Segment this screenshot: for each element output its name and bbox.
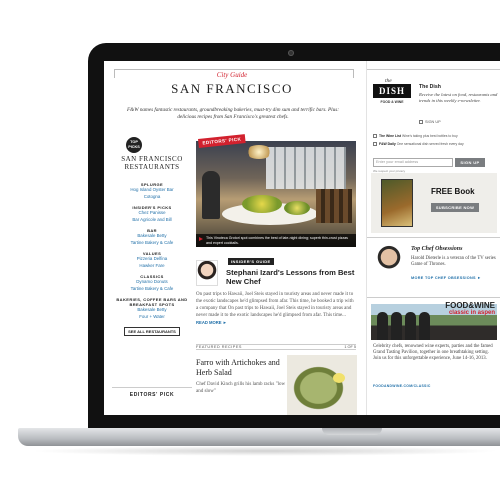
page-intro: F&W names fantastic restaurants, groundb…: [127, 107, 339, 120]
featured-recipes-count: 1 OF 5: [344, 345, 356, 349]
dish-logo-word: DISH: [373, 84, 411, 98]
article-body: On past trips to Hawaii, Joel Steis stay…: [196, 291, 356, 327]
right-rail: the DISH FOOD & WINE The Dish Receive th…: [366, 61, 500, 415]
newsletter-option-wine-list[interactable]: The Wine List Wine's taking plus best bo…: [373, 134, 458, 139]
fw-daily-checkbox[interactable]: [373, 142, 377, 147]
photo-person: [419, 312, 430, 340]
editors-pick-label: EDITORS' PICK: [129, 392, 175, 398]
hero-person: [202, 171, 220, 219]
classic-link[interactable]: FOODANDWINE.COM/CLASSIC: [373, 384, 431, 388]
photo-person: [391, 312, 402, 340]
insider-guide-tag: INSIDER'S GUIDE: [228, 258, 274, 265]
guide-title-line1: SAN FRANCISCO: [121, 155, 183, 163]
guide-link[interactable]: Cotogna: [112, 194, 192, 201]
top-picks-badge: TOP PICKS: [126, 137, 142, 153]
main-column: City Guide SAN FRANCISCO F&W names fanta…: [104, 61, 360, 415]
wine-list-checkbox[interactable]: [373, 134, 377, 139]
dish-logo-brand: FOOD & WINE: [380, 100, 404, 104]
wine-list-name: The Wine List: [379, 134, 402, 138]
play-arrow-icon: [199, 237, 203, 241]
recipe-image-lemon: [333, 373, 345, 383]
hero-flowers: [242, 195, 282, 213]
hero-flowers-small: [284, 201, 310, 215]
photo-person: [405, 312, 416, 340]
editors-pick-box: EDITORS' PICK: [112, 387, 192, 415]
restaurant-guide-sidebar: TOP PICKS SAN FRANCISCO RESTAURANTS SPLU…: [112, 137, 192, 415]
newsletter-option-fw-daily[interactable]: F&W Daily One sensational dish served fr…: [373, 142, 464, 147]
browser-viewport: City Guide SAN FRANCISCO F&W names fanta…: [104, 61, 500, 415]
obsessions-title: Top Chef Obsessions: [411, 246, 463, 252]
wine-list-desc: Wine's taking plus best bottles to buy: [401, 134, 458, 138]
classic-description: Celebrity chefs, renowned wine experts, …: [373, 344, 493, 362]
laptop-notch: [322, 428, 382, 435]
hero-caption-text: This Vinoteca Grotori spot combines the …: [206, 236, 348, 245]
fw-daily-name: F&W Daily: [379, 142, 396, 146]
see-all-restaurants-button[interactable]: SEE ALL RESTAURANTS: [124, 327, 180, 336]
recipe-image[interactable]: [287, 355, 357, 415]
guide-title: SAN FRANCISCO RESTAURANTS: [112, 155, 192, 171]
newsletter-signup: the DISH FOOD & WINE The Dish Receive th…: [367, 69, 500, 173]
guide-title-line2: RESTAURANTS: [124, 163, 180, 171]
article-title[interactable]: Stephani Izard's Lessons from Best New C…: [226, 268, 356, 286]
food-wine-classic-logo: FOOD&WINE classic in aspen: [435, 302, 495, 317]
signup-checkbox[interactable]: [419, 120, 423, 124]
fw-logo-top: FOOD&WINE: [445, 301, 495, 310]
recipe-title[interactable]: Farro with Artichokes and Herb Salad: [196, 358, 286, 378]
hero-windows: [266, 147, 346, 189]
guide-link[interactable]: Tartine Bakery & Cafe: [112, 286, 192, 293]
fw-daily-desc: One sensational dish served fresh every …: [396, 142, 464, 146]
hero-image[interactable]: [196, 141, 356, 247]
guide-link[interactable]: Hawker Fare: [112, 263, 192, 270]
fw-logo-bottom: classic in aspen: [448, 310, 495, 316]
guide-section-heading: BAKERIES, COFFEE BARS AND BREAKFAST SPOT…: [116, 297, 188, 307]
featured-recipes-bar: FEATURED RECIPES 1 OF 5: [196, 344, 356, 350]
signup-checkbox-label: SIGN UP: [425, 120, 441, 124]
guide-link[interactable]: Bar Agricole and Bill: [112, 217, 192, 224]
featured-recipes-label: FEATURED RECIPES: [196, 345, 242, 349]
laptop-shadow: [30, 446, 500, 456]
recipe-body: Chef David Kinch grills his lamb racks "…: [196, 382, 286, 394]
guide-link[interactable]: Four + Water: [112, 314, 192, 321]
more-obsessions-link[interactable]: MORE TOP CHEF OBSESSIONS ►: [411, 276, 481, 280]
classic-in-aspen-promo: FOOD&WINE classic in aspen Celebrity che…: [367, 297, 500, 415]
free-book-promo[interactable]: FREE Book SUBSCRIBE NOW: [371, 173, 497, 233]
guide-link[interactable]: Tartine Bakery & Cafe: [112, 240, 192, 247]
camera-icon: [288, 50, 294, 56]
obsessions-description: Harold Dieterle is a veteran of the TV s…: [411, 256, 496, 267]
sign-up-button[interactable]: SIGN UP: [455, 158, 485, 167]
top-chef-obsessions: Top Chef Obsessions Harold Dieterle is a…: [367, 237, 500, 293]
newsletter-heading: The Dish: [419, 84, 441, 90]
chef-avatar[interactable]: [196, 260, 218, 286]
city-guide-kicker: City Guide: [216, 71, 248, 79]
hero-caption: This Vinoteca Grotori spot combines the …: [196, 234, 356, 247]
email-field[interactable]: Enter your email address: [373, 158, 453, 167]
photo-person: [377, 312, 388, 340]
dish-logo: the DISH FOOD & WINE: [373, 78, 411, 112]
free-book-title: FREE Book: [431, 187, 475, 196]
guide-list: SPLURGE Hog Island Oyster Bar Cotogna IN…: [112, 177, 192, 338]
newsletter-description: Receive the latest on food, restaurants …: [419, 92, 498, 103]
book-cover-image: [381, 179, 413, 227]
page-title: SAN FRANCISCO: [171, 81, 293, 96]
laptop-base: [18, 428, 500, 446]
hero-chandelier: [246, 145, 272, 159]
article-body-text: On past trips to Hawaii, Joel Steis stay…: [196, 292, 354, 318]
subscribe-now-button[interactable]: SUBSCRIBE NOW: [431, 203, 479, 212]
hero-chairs: [316, 189, 352, 223]
newsletter-signup-option[interactable]: SIGN UP: [419, 120, 441, 124]
read-more-link[interactable]: READ MORE ►: [196, 320, 227, 325]
chef-photo[interactable]: [373, 244, 405, 288]
